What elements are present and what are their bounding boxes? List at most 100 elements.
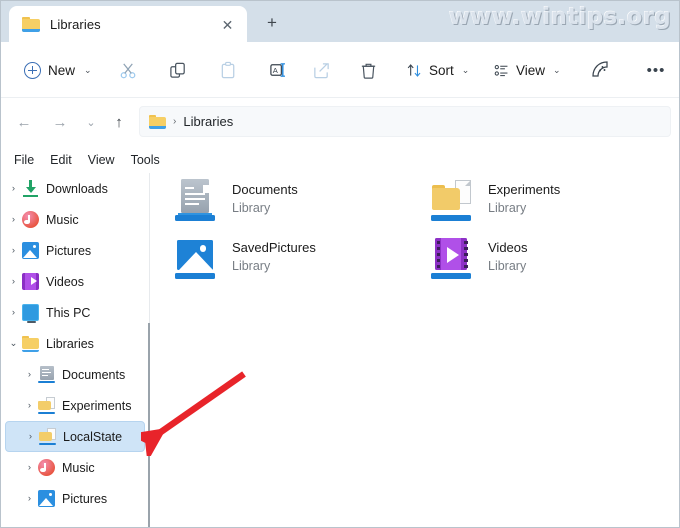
close-icon[interactable]: ✕	[218, 15, 237, 34]
overflow-menu-button[interactable]: •••	[641, 55, 671, 85]
folder-library-icon	[39, 428, 56, 445]
back-button[interactable]: ←	[11, 109, 37, 135]
sidebar-item-videos[interactable]: › Videos	[5, 266, 145, 297]
sidebar-item-label: Music	[62, 460, 95, 475]
item-subtitle: Library	[232, 259, 271, 273]
sidebar-item-documents[interactable]: › Documents	[5, 359, 145, 390]
list-item[interactable]: Experiments Library	[430, 179, 679, 231]
music-icon	[38, 459, 55, 476]
up-button[interactable]: ↑	[106, 109, 132, 135]
copy-button[interactable]	[163, 55, 193, 85]
filter-button[interactable]	[586, 55, 616, 85]
sidebar-item-label: LocalState	[63, 429, 123, 444]
cut-button[interactable]	[113, 55, 143, 85]
filter-slice-icon	[592, 61, 608, 77]
pictures-icon	[38, 490, 55, 507]
sidebar-item-localstate[interactable]: › LocalState	[5, 421, 145, 452]
tab-libraries[interactable]: Libraries ✕	[9, 6, 247, 42]
paste-button[interactable]	[213, 55, 243, 85]
list-item[interactable]: Videos Library	[430, 237, 679, 289]
this-pc-icon	[22, 304, 39, 323]
rename-button[interactable]: A	[263, 55, 293, 85]
sidebar-item-libraries[interactable]: ⌄ Libraries	[5, 328, 145, 359]
chevron-right-icon[interactable]: ›	[5, 214, 22, 225]
new-button-label: New	[48, 62, 76, 78]
folder-icon	[149, 114, 166, 129]
scissors-icon	[120, 62, 135, 78]
tab-title: Libraries	[50, 16, 101, 32]
view-button[interactable]: View ⌄	[488, 56, 566, 84]
tab-strip: Libraries ✕ + www.wintips.org	[1, 1, 679, 42]
content-pane[interactable]: Documents Library Experiments Library Sa…	[150, 173, 679, 527]
sidebar-item-label: Downloads	[46, 181, 108, 196]
sidebar-item-music-library[interactable]: › Music	[5, 452, 145, 483]
menu-item-tools[interactable]: Tools	[123, 151, 168, 169]
chevron-right-icon[interactable]: ›	[21, 369, 38, 380]
sort-label: Sort	[429, 62, 454, 78]
folder-icon	[22, 16, 40, 32]
share-button[interactable]	[306, 55, 336, 85]
sidebar-item-downloads[interactable]: › Downloads	[5, 173, 145, 204]
item-name: Videos	[488, 240, 528, 255]
paste-icon	[221, 61, 234, 78]
chevron-right-icon[interactable]: ›	[5, 183, 22, 194]
videos-icon	[22, 273, 39, 290]
command-bar: New ⌄ A Sort ⌄ View ⌄ •••	[1, 42, 679, 98]
chevron-right-icon[interactable]: ›	[21, 493, 38, 504]
recent-locations-button[interactable]: ⌄	[78, 109, 104, 135]
item-subtitle: Library	[488, 201, 527, 215]
sort-icon	[407, 63, 421, 77]
folder-icon	[22, 335, 39, 352]
chevron-right-icon[interactable]: ›	[5, 307, 22, 318]
sort-button[interactable]: Sort ⌄	[401, 56, 474, 84]
trash-icon	[361, 63, 375, 79]
pictures-library-icon	[174, 237, 218, 281]
forward-button[interactable]: →	[47, 109, 73, 135]
documents-library-icon	[174, 179, 218, 223]
sidebar-item-experiments[interactable]: › Experiments	[5, 390, 145, 421]
delete-button[interactable]	[353, 55, 383, 85]
chevron-right-icon[interactable]: ›	[22, 431, 39, 442]
menu-bar: File Edit View Tools	[1, 146, 679, 173]
new-tab-icon[interactable]: +	[259, 10, 285, 34]
copy-icon	[169, 62, 185, 78]
sidebar-item-label: Experiments	[62, 398, 132, 413]
chevron-down-icon: ⌄	[461, 64, 470, 75]
share-icon	[313, 62, 329, 78]
sidebar-item-this-pc[interactable]: › This PC	[5, 297, 145, 328]
chevron-right-icon[interactable]: ›	[5, 245, 22, 256]
list-item[interactable]: Documents Library	[174, 179, 424, 231]
chevron-right-icon[interactable]: ›	[21, 462, 38, 473]
breadcrumb-separator: ›	[173, 116, 177, 127]
watermark: www.wintips.org	[448, 4, 671, 30]
list-item[interactable]: SavedPictures Library	[174, 237, 424, 289]
svg-text:A: A	[272, 65, 278, 74]
view-icon	[494, 64, 508, 76]
file-explorer-window: Libraries ✕ + www.wintips.org New ⌄ A So…	[0, 0, 680, 528]
sidebar-item-pictures-library[interactable]: › Pictures	[5, 483, 145, 514]
menu-item-file[interactable]: File	[6, 151, 42, 169]
folder-library-icon	[430, 179, 474, 223]
sidebar-item-label: Pictures	[62, 491, 108, 506]
chevron-down-icon: ⌄	[553, 64, 561, 75]
navigation-pane[interactable]: › Downloads › Music › Pictures › Videos …	[1, 173, 149, 527]
chevron-right-icon[interactable]: ›	[21, 400, 38, 411]
documents-library-icon	[38, 366, 55, 383]
breadcrumb-path[interactable]: Libraries	[183, 114, 233, 129]
breadcrumb[interactable]: › Libraries	[139, 106, 671, 137]
view-label: View	[516, 62, 546, 78]
item-name: SavedPictures	[232, 240, 316, 255]
item-name: Experiments	[488, 182, 561, 197]
new-button[interactable]: New ⌄	[17, 56, 99, 84]
folder-library-icon	[38, 397, 55, 414]
menu-item-edit[interactable]: Edit	[42, 151, 80, 169]
sidebar-item-music[interactable]: › Music	[5, 204, 145, 235]
plus-circle-icon	[24, 61, 41, 79]
chevron-down-icon[interactable]: ⌄	[5, 338, 22, 349]
menu-item-view[interactable]: View	[80, 151, 123, 169]
sidebar-item-label: Music	[46, 212, 79, 227]
sidebar-item-label: This PC	[46, 305, 91, 320]
chevron-right-icon[interactable]: ›	[5, 276, 22, 287]
sidebar-item-pictures[interactable]: › Pictures	[5, 235, 145, 266]
item-subtitle: Library	[232, 201, 271, 215]
